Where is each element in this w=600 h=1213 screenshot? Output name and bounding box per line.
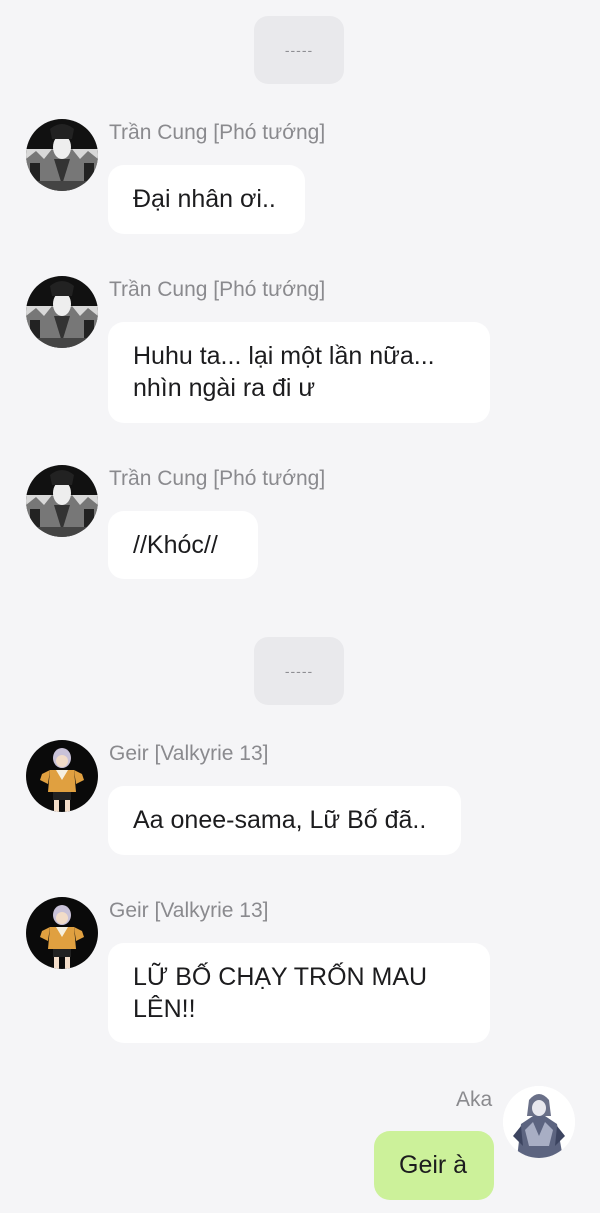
message-text: LỮ BỐ CHẠY TRỐN MAU LÊN!! — [133, 963, 428, 1023]
message-bubble-own[interactable]: Geir à — [374, 1131, 494, 1200]
message-text: Đại nhân ơi.. — [133, 185, 276, 213]
chat-divider-middle: ----- — [254, 637, 344, 705]
sender-name: Aka — [456, 1088, 493, 1111]
message-text: Huhu ta... lại một lần nữa... nhìn ngài … — [133, 342, 435, 402]
divider-label: ----- — [284, 42, 314, 58]
message-text: Geir à — [399, 1151, 468, 1179]
sender-name: Trần Cung [Phó tướng] — [109, 278, 326, 301]
sender-name: Trần Cung [Phó tướng] — [109, 121, 326, 144]
chat-divider-top: ----- — [254, 16, 344, 84]
message-bubble[interactable]: Huhu ta... lại một lần nữa... nhìn ngài … — [108, 322, 490, 423]
geir-avatar[interactable] — [26, 897, 98, 969]
tran-cung-avatar[interactable] — [26, 119, 98, 191]
message-bubble[interactable]: Đại nhân ơi.. — [108, 165, 305, 234]
sender-name: Trần Cung [Phó tướng] — [109, 467, 326, 490]
message-bubble[interactable]: Aa onee-sama, Lữ Bố đã.. — [108, 786, 461, 855]
tran-cung-avatar[interactable] — [26, 465, 98, 537]
sender-name: Geir [Valkyrie 13] — [109, 899, 269, 922]
sender-name: Geir [Valkyrie 13] — [109, 742, 269, 765]
divider-label: ----- — [284, 663, 314, 679]
message-bubble[interactable]: //Khóc// — [108, 511, 258, 579]
geir-avatar[interactable] — [26, 740, 98, 812]
message-bubble[interactable]: LỮ BỐ CHẠY TRỐN MAU LÊN!! — [108, 943, 490, 1043]
message-text: //Khóc// — [133, 531, 218, 559]
aka-avatar[interactable] — [503, 1086, 575, 1158]
message-text: Aa onee-sama, Lữ Bố đã.. — [133, 806, 427, 834]
tran-cung-avatar[interactable] — [26, 276, 98, 348]
